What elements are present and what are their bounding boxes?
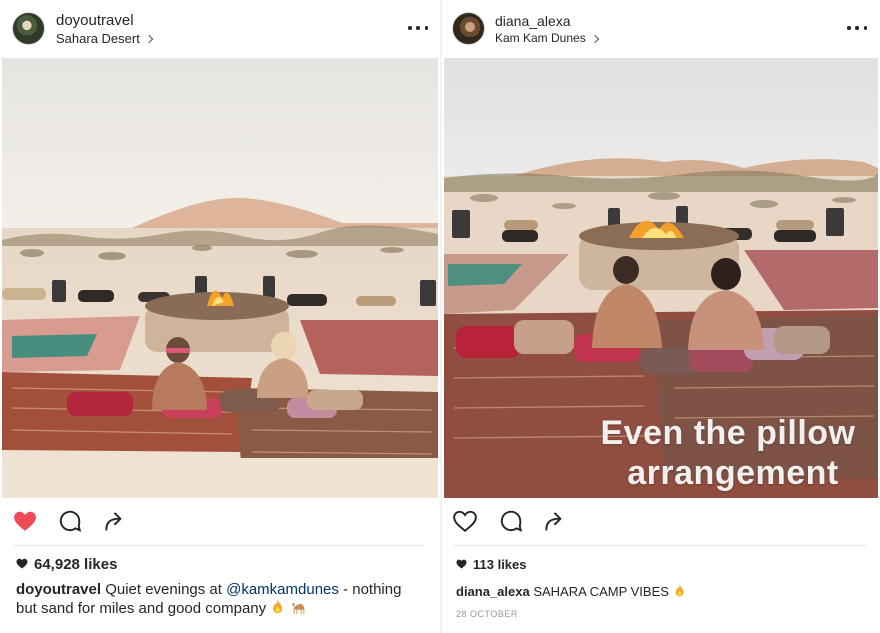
camel-emoji-icon <box>290 599 308 620</box>
caption-mention[interactable]: @kamkamdunes <box>226 581 339 598</box>
caption-text: Quiet evenings at <box>101 581 227 598</box>
caption-text: SAHARA CAMP VIBES <box>529 584 673 599</box>
location-label: Sahara Desert <box>56 31 140 46</box>
post-actions <box>442 508 880 538</box>
likes-count[interactable]: 113 likes <box>456 557 527 572</box>
more-options-icon[interactable] <box>408 22 428 34</box>
more-options-icon[interactable] <box>847 22 867 34</box>
comment-icon[interactable] <box>57 508 83 534</box>
story-overlay-line-1: Even the pillow <box>600 414 856 452</box>
heart-icon[interactable] <box>452 508 478 534</box>
caption: doyoutravel Quiet evenings at @kamkamdun… <box>16 580 416 620</box>
fire-emoji-icon <box>673 584 686 603</box>
caption-username[interactable]: doyoutravel <box>16 581 101 598</box>
username-link[interactable]: doyoutravel <box>56 12 152 29</box>
likes-count[interactable]: 64,928 likes <box>16 556 117 573</box>
share-icon[interactable] <box>102 508 128 534</box>
post-actions <box>0 508 440 538</box>
avatar[interactable] <box>452 12 485 45</box>
chevron-right-icon <box>144 34 154 43</box>
username-link[interactable]: diana_alexa <box>495 13 598 29</box>
divider <box>14 545 424 546</box>
avatar[interactable] <box>12 12 45 45</box>
caption-username[interactable]: diana_alexa <box>456 584 530 599</box>
comment-icon[interactable] <box>498 508 524 534</box>
share-icon[interactable] <box>542 508 568 534</box>
desert-camp-scene <box>2 58 438 498</box>
likes-label: 64,928 likes <box>34 556 118 573</box>
heart-icon[interactable] <box>12 508 38 534</box>
post-header: doyoutravel Sahara Desert <box>0 0 440 58</box>
heart-small-icon <box>456 557 467 572</box>
fire-emoji-icon <box>270 599 285 620</box>
likes-label: 113 likes <box>473 557 527 572</box>
post-header: diana_alexa Kam Kam Dunes <box>442 0 880 58</box>
story-overlay-line-2: arrangement <box>627 454 839 492</box>
location-link[interactable]: Kam Kam Dunes <box>495 31 599 46</box>
caption: diana_alexa SAHARA CAMP VIBES <box>456 582 866 603</box>
comparison-canvas: doyoutravel Sahara Desert 64,928 likes d… <box>0 0 880 633</box>
post-photo[interactable] <box>2 58 438 498</box>
post-diana-alexa: diana_alexa Kam Kam Dunes Even the pillo… <box>442 0 880 633</box>
location-link[interactable]: Sahara Desert <box>56 31 154 46</box>
user-block: doyoutravel Sahara Desert <box>56 12 154 46</box>
post-photo[interactable]: Even the pillow arrangement <box>444 58 878 498</box>
post-doyoutravel: doyoutravel Sahara Desert 64,928 likes d… <box>0 0 440 633</box>
chevron-right-icon <box>590 34 599 43</box>
divider <box>454 545 866 546</box>
user-block: diana_alexa Kam Kam Dunes <box>495 13 599 46</box>
location-label: Kam Kam Dunes <box>495 31 586 45</box>
heart-small-icon <box>16 556 28 573</box>
post-date: 28 OCTOBER <box>456 609 518 619</box>
